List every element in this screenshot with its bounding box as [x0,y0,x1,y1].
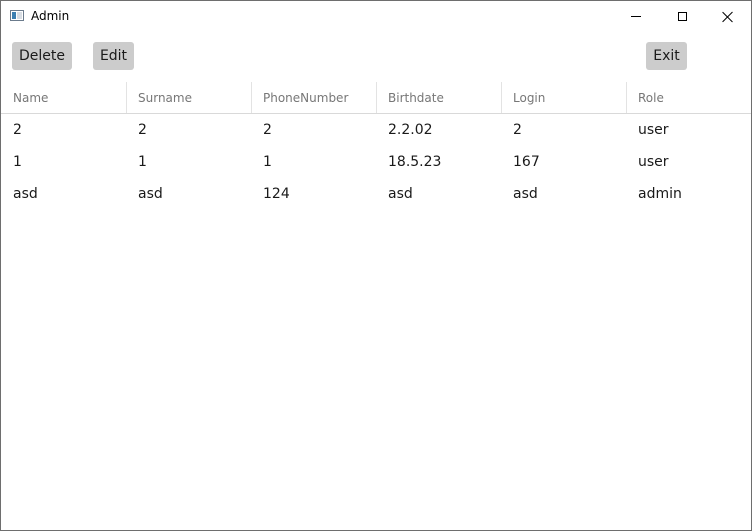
minimize-icon [631,16,641,17]
edit-button[interactable]: Edit [93,42,134,70]
cell-name: 1 [13,154,22,170]
cell-surname: 1 [138,154,147,170]
column-divider[interactable] [626,82,627,113]
column-header-surname[interactable]: Surname [126,82,251,113]
close-icon [722,11,734,23]
grid-header: Name Surname PhoneNumber Birthdate Login… [1,82,751,114]
admin-window: Admin Delete Edit Exit Name Surname Phon… [0,0,752,531]
column-header-role[interactable]: Role [626,82,751,113]
column-header-login[interactable]: Login [501,82,626,113]
window-title: Admin [31,9,70,23]
cell-surname: 2 [138,122,147,138]
minimize-button[interactable] [613,1,659,32]
maximize-icon [677,12,687,21]
table-row[interactable]: 2 2 2 2.2.02 2 user [1,114,751,146]
column-divider[interactable] [376,82,377,113]
cell-login: asd [513,186,538,202]
column-header-phonenumber[interactable]: PhoneNumber [251,82,376,113]
cell-name: asd [13,186,38,202]
cell-birthdate: asd [388,186,413,202]
close-button[interactable] [705,1,751,32]
title-bar[interactable]: Admin [1,1,751,32]
column-divider[interactable] [251,82,252,113]
maximize-button[interactable] [659,1,705,32]
column-header-birthdate[interactable]: Birthdate [376,82,501,113]
cell-role: user [638,154,669,170]
column-divider[interactable] [126,82,127,113]
cell-phonenumber: 2 [263,122,272,138]
cell-phonenumber: 1 [263,154,272,170]
table-row[interactable]: 1 1 1 18.5.23 167 user [1,146,751,178]
delete-button[interactable]: Delete [12,42,72,70]
column-divider[interactable] [501,82,502,113]
app-window-icon [10,10,24,21]
cell-birthdate: 18.5.23 [388,154,442,170]
cell-phonenumber: 124 [263,186,290,202]
cell-role: admin [638,186,682,202]
cell-birthdate: 2.2.02 [388,122,433,138]
table-row[interactable]: asd asd 124 asd asd admin [1,178,751,210]
cell-login: 167 [513,154,540,170]
column-header-name[interactable]: Name [1,82,126,113]
cell-surname: asd [138,186,163,202]
cell-role: user [638,122,669,138]
exit-button[interactable]: Exit [646,42,687,70]
cell-name: 2 [13,122,22,138]
cell-login: 2 [513,122,522,138]
